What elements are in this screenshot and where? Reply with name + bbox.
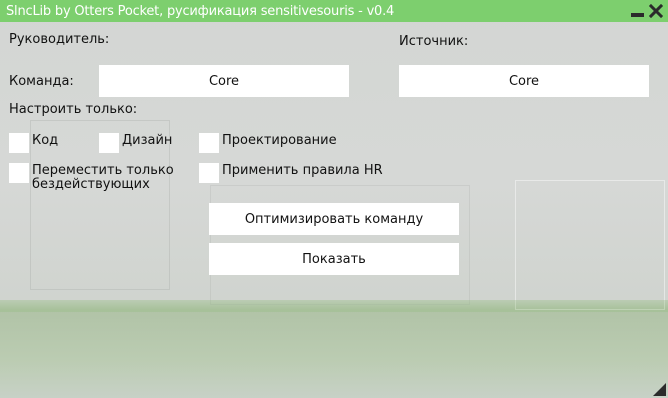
window-title: SlncLib by Otters Pocket, русификация se…: [6, 3, 395, 19]
source-select-button[interactable]: Core: [399, 65, 649, 97]
checkbox-engineering[interactable]: [199, 133, 219, 153]
configure-only-label: Настроить только:: [9, 102, 138, 117]
checkbox-hr-rules-label: Применить правила HR: [222, 163, 383, 178]
show-button[interactable]: Показать: [209, 243, 459, 275]
team-label: Команда:: [9, 74, 74, 89]
checkbox-code-label: Код: [32, 133, 59, 148]
team-select-button[interactable]: Core: [99, 65, 349, 97]
sinclib-window: SlncLib by Otters Pocket, русификация se…: [0, 0, 668, 398]
checkbox-move-idle[interactable]: [9, 163, 29, 183]
close-icon: [649, 4, 663, 18]
background-stripe: [0, 300, 668, 312]
close-button[interactable]: [647, 2, 665, 20]
resize-grip-icon[interactable]: [653, 383, 666, 396]
title-bar[interactable]: SlncLib by Otters Pocket, русификация se…: [0, 0, 668, 22]
checkbox-move-idle-label: Переместить только бездействующих: [32, 163, 174, 192]
minimize-button[interactable]: [628, 2, 646, 20]
source-label: Источник:: [399, 34, 469, 49]
checkbox-engineering-label: Проектирование: [222, 133, 337, 148]
checkbox-hr-rules[interactable]: [199, 163, 219, 183]
leader-label: Руководитель:: [9, 32, 110, 47]
optimize-team-button[interactable]: Оптимизировать команду: [209, 203, 459, 235]
checkbox-design-label: Дизайн: [122, 133, 173, 148]
background-shape: [515, 180, 665, 310]
checkbox-code[interactable]: [9, 133, 29, 153]
checkbox-design[interactable]: [99, 133, 119, 153]
minimize-icon: [630, 13, 644, 17]
